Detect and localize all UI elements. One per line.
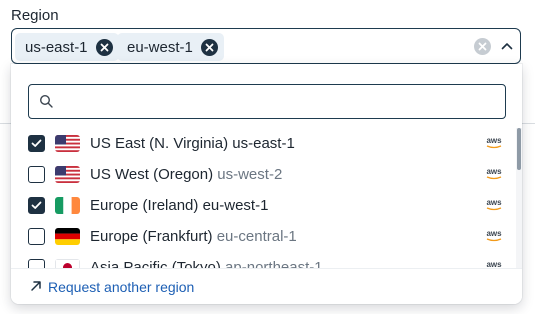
option-label: Europe (Frankfurt) eu-central-1: [90, 228, 297, 245]
ireland-flag-icon: [55, 197, 80, 214]
clear-all-icon[interactable]: [474, 38, 491, 55]
aws-logo-icon: aws: [483, 260, 505, 268]
option-code: us-east-1: [232, 135, 295, 152]
list-item[interactable]: Europe (Ireland) eu-west-1 aws: [11, 190, 516, 221]
us-flag-icon: [55, 135, 80, 152]
list-item[interactable]: US West (Oregon) us-west-2 aws: [11, 159, 516, 190]
dropdown-footer: Request another region: [11, 268, 522, 304]
option-name: US East (N. Virginia): [90, 135, 229, 152]
background-divider-left: [0, 123, 11, 124]
request-region-label: Request another region: [48, 279, 195, 295]
selected-chip: eu-west-1: [117, 33, 224, 61]
options-list: US East (N. Virginia) us-east-1 aws US W…: [11, 128, 516, 268]
aws-logo-icon: aws: [483, 136, 505, 151]
selected-chip: us-east-1: [15, 33, 119, 61]
chip-remove-icon[interactable]: [95, 38, 113, 56]
aws-logo-icon: aws: [483, 167, 505, 182]
list-item[interactable]: Europe (Frankfurt) eu-central-1 aws: [11, 221, 516, 252]
checkbox-unchecked[interactable]: [28, 228, 45, 245]
checkbox-checked[interactable]: [28, 197, 45, 214]
aws-logo-icon: aws: [483, 198, 505, 213]
field-label: Region: [11, 7, 59, 24]
arrow-up-right-icon: [30, 279, 42, 295]
search-icon: [39, 94, 54, 114]
chevron-up-icon[interactable]: [500, 39, 514, 53]
option-label: US West (Oregon) us-west-2: [90, 166, 282, 183]
option-label: US East (N. Virginia) us-east-1: [90, 135, 295, 152]
list-item[interactable]: Asia Pacific (Tokyo) ap-northeast-1 aws: [11, 252, 516, 268]
option-code: eu-central-1: [216, 228, 297, 245]
germany-flag-icon: [55, 228, 80, 245]
option-code: ap-northeast-1: [225, 259, 323, 268]
option-code: eu-west-1: [202, 197, 269, 214]
option-name: Europe (Ireland): [90, 197, 199, 214]
request-region-link[interactable]: Request another region: [30, 279, 194, 295]
checkbox-unchecked[interactable]: [28, 259, 45, 268]
chip-label: us-east-1: [25, 38, 88, 56]
option-name: Asia Pacific (Tokyo): [90, 259, 221, 268]
option-label: Europe (Ireland) eu-west-1: [90, 197, 268, 214]
japan-flag-icon: [55, 259, 80, 268]
search-input[interactable]: [61, 89, 495, 116]
scrollbar-thumb[interactable]: [517, 128, 521, 170]
background-divider-right: [522, 123, 535, 124]
option-name: Europe (Frankfurt): [90, 228, 213, 245]
list-item[interactable]: US East (N. Virginia) us-east-1 aws: [11, 128, 516, 159]
region-multiselect[interactable]: us-east-1 eu-west-1: [11, 28, 521, 64]
search-field[interactable]: [28, 84, 506, 119]
checkbox-checked[interactable]: [28, 135, 45, 152]
chip-remove-icon[interactable]: [200, 38, 218, 56]
region-dropdown-panel: US East (N. Virginia) us-east-1 aws US W…: [11, 64, 522, 304]
option-code: us-west-2: [217, 166, 283, 183]
option-name: US West (Oregon): [90, 166, 214, 183]
aws-logo-icon: aws: [483, 229, 505, 244]
option-label: Asia Pacific (Tokyo) ap-northeast-1: [90, 259, 323, 268]
checkbox-unchecked[interactable]: [28, 166, 45, 183]
us-flag-icon: [55, 166, 80, 183]
chip-label: eu-west-1: [127, 38, 193, 56]
